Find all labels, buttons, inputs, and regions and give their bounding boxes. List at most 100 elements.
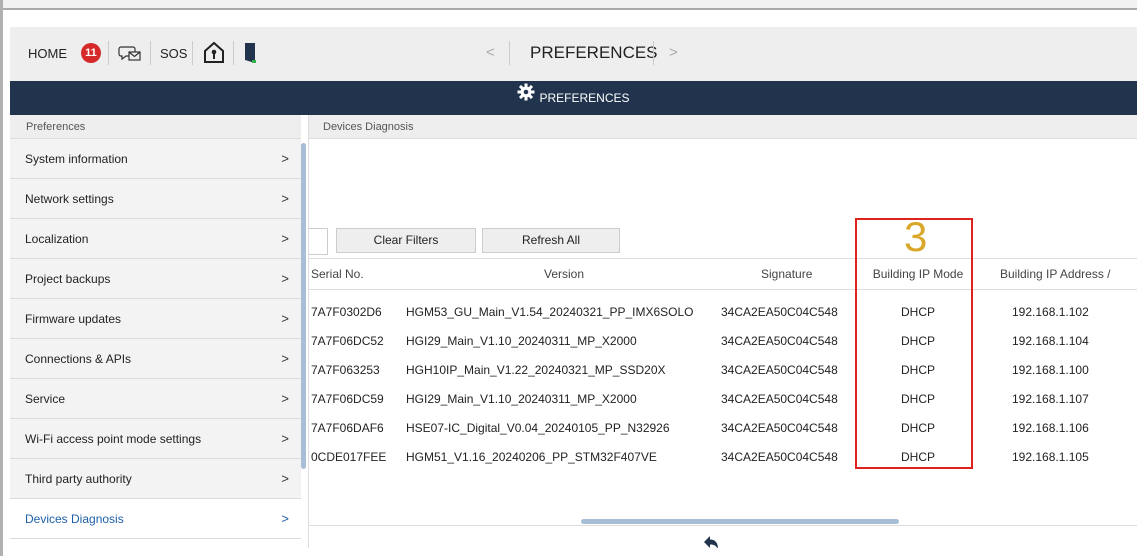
divider <box>233 41 234 65</box>
cell-serial: 7A7F06DAF6 <box>311 421 384 435</box>
table-row[interactable]: 7A7F0302D6 HGM53_GU_Main_V1.54_20240321_… <box>309 298 1137 327</box>
cell-version: HSE07-IC_Digital_V0.04_20240105_PP_N3292… <box>406 421 670 435</box>
clear-filters-button[interactable]: Clear Filters <box>336 228 476 253</box>
sidebar-item-project-backups[interactable]: Project backups > <box>10 259 301 299</box>
sidebar-item-label: System information <box>25 152 128 166</box>
cell-signature: 34CA2EA50C04C548 <box>721 334 838 348</box>
divider <box>309 525 1137 526</box>
notification-badge[interactable]: 11 <box>81 43 101 63</box>
column-header-signature[interactable]: Signature <box>761 259 812 289</box>
sidebar-item-label: Network settings <box>25 192 114 206</box>
messages-icon[interactable] <box>118 43 142 68</box>
home-button[interactable]: HOME <box>28 46 67 61</box>
cell-version: HGH10IP_Main_V1.22_20240321_MP_SSD20X <box>406 363 666 377</box>
sidebar-heading: Preferences <box>10 115 301 139</box>
devices-table: Serial No. Version Signature Building IP… <box>309 258 1137 493</box>
cell-signature: 34CA2EA50C04C548 <box>721 421 838 435</box>
cell-serial: 7A7F06DC59 <box>311 392 384 406</box>
chevron-right-icon: > <box>281 511 289 526</box>
sidebar-item-label: Connections & APIs <box>25 352 132 366</box>
cell-ip-address: 192.168.1.107 <box>1012 392 1089 406</box>
cell-ip-address: 192.168.1.105 <box>1012 450 1089 464</box>
header-title: PREFERENCES <box>539 91 630 105</box>
chevron-right-icon: > <box>281 431 289 446</box>
sidebar-item-label: Third party authority <box>25 472 132 486</box>
sidebar-item-localization[interactable]: Localization > <box>10 219 301 259</box>
sidebar-item-connections-apis[interactable]: Connections & APIs > <box>10 339 301 379</box>
house-icon[interactable] <box>203 41 225 70</box>
panel-heading: Devices Diagnosis <box>309 115 1137 139</box>
annotation-number: 3 <box>904 213 928 260</box>
horizontal-scrollbar[interactable] <box>581 519 899 524</box>
cell-ip-address: 192.168.1.106 <box>1012 421 1089 435</box>
sidebar-item-firmware-updates[interactable]: Firmware updates > <box>10 299 301 339</box>
cell-version: HGM53_GU_Main_V1.54_20240321_PP_IMX6SOLO <box>406 305 694 319</box>
sidebar-item-devices-diagnosis[interactable]: Devices Diagnosis > <box>10 499 301 539</box>
cell-signature: 34CA2EA50C04C548 <box>721 450 838 464</box>
divider <box>192 41 193 65</box>
divider <box>108 41 109 65</box>
column-header-building-ip-address[interactable]: Building IP Address / <box>997 259 1111 289</box>
divider <box>509 41 510 65</box>
filter-input[interactable] <box>309 228 328 255</box>
sidebar-item-network-settings[interactable]: Network settings > <box>10 179 301 219</box>
sidebar-item-third-party-authority[interactable]: Third party authority > <box>10 459 301 499</box>
sidebar-item-service[interactable]: Service > <box>10 379 301 419</box>
cell-version: HGI29_Main_V1.10_20240311_MP_X2000 <box>406 392 637 406</box>
cell-serial: 7A7F063253 <box>311 363 380 377</box>
table-row[interactable]: 7A7F063253 HGH10IP_Main_V1.22_20240321_M… <box>309 356 1137 385</box>
chevron-right-icon: > <box>281 231 289 246</box>
cell-signature: 34CA2EA50C04C548 <box>721 305 838 319</box>
prev-page-button[interactable]: < <box>486 44 495 61</box>
sidebar-item-label: Firmware updates <box>25 312 122 326</box>
refresh-all-button[interactable]: Refresh All <box>482 228 620 253</box>
sidebar-item-label: Devices Diagnosis <box>25 512 124 526</box>
chevron-right-icon: > <box>281 391 289 406</box>
sidebar-item-system-information[interactable]: System information > <box>10 139 301 179</box>
chevron-right-icon: > <box>281 271 289 286</box>
chevron-right-icon: > <box>281 351 289 366</box>
table-header: Serial No. Version Signature Building IP… <box>309 258 1137 290</box>
app-window: HOME 11 SOS < PREFERENCES > PREFERENCES … <box>10 27 1137 548</box>
column-header-version[interactable]: Version <box>544 259 584 289</box>
table-row[interactable]: 7A7F06DC59 HGI29_Main_V1.10_20240311_MP_… <box>309 385 1137 414</box>
preferences-sidebar: Preferences System information > Network … <box>10 115 301 548</box>
sidebar-item-label: Localization <box>25 232 89 246</box>
cell-serial: 7A7F06DC52 <box>311 334 384 348</box>
gear-icon <box>517 80 535 114</box>
chevron-right-icon: > <box>281 151 289 166</box>
top-bar: HOME 11 SOS < PREFERENCES > <box>10 27 1137 81</box>
window-frame-left <box>0 0 3 556</box>
sidebar-scrollbar[interactable] <box>301 143 306 469</box>
chevron-right-icon: > <box>281 311 289 326</box>
column-header-serial[interactable]: Serial No. <box>311 259 364 289</box>
sidebar-item-label: Wi-Fi access point mode settings <box>25 432 202 446</box>
cell-ip-address: 192.168.1.102 <box>1012 305 1089 319</box>
sos-button[interactable]: SOS <box>160 46 187 61</box>
sidebar-item-label: Service <box>25 392 66 406</box>
table-row[interactable]: 7A7F06DC52 HGI29_Main_V1.10_20240311_MP_… <box>309 327 1137 356</box>
cell-serial: 7A7F0302D6 <box>311 305 382 319</box>
table-row[interactable]: 0CDE017FEE HGM51_V1.16_20240206_PP_STM32… <box>309 443 1137 472</box>
chevron-right-icon: > <box>281 471 289 486</box>
divider <box>150 41 151 65</box>
next-page-button[interactable]: > <box>669 44 678 61</box>
window-frame-top <box>0 0 1137 10</box>
cell-version: HGI29_Main_V1.10_20240311_MP_X2000 <box>406 334 637 348</box>
preferences-header: PREFERENCES <box>10 81 1137 115</box>
sidebar-item-label: Project backups <box>25 272 111 286</box>
cell-signature: 34CA2EA50C04C548 <box>721 363 838 377</box>
cell-serial: 0CDE017FEE <box>311 450 387 464</box>
sidebar-item-wifi-ap-mode[interactable]: Wi-Fi access point mode settings > <box>10 419 301 459</box>
divider <box>653 41 654 65</box>
cell-signature: 34CA2EA50C04C548 <box>721 392 838 406</box>
back-arrow-icon[interactable] <box>703 535 719 548</box>
devices-diagnosis-panel: Devices Diagnosis Clear Filters Refresh … <box>309 115 1137 548</box>
page-title: PREFERENCES <box>530 43 658 62</box>
cell-ip-address: 192.168.1.104 <box>1012 334 1089 348</box>
chevron-right-icon: > <box>281 191 289 206</box>
cell-version: HGM51_V1.16_20240206_PP_STM32F407VE <box>406 450 657 464</box>
table-row[interactable]: 7A7F06DAF6 HSE07-IC_Digital_V0.04_202401… <box>309 414 1137 443</box>
cell-ip-address: 192.168.1.100 <box>1012 363 1089 377</box>
door-icon[interactable] <box>243 41 257 70</box>
